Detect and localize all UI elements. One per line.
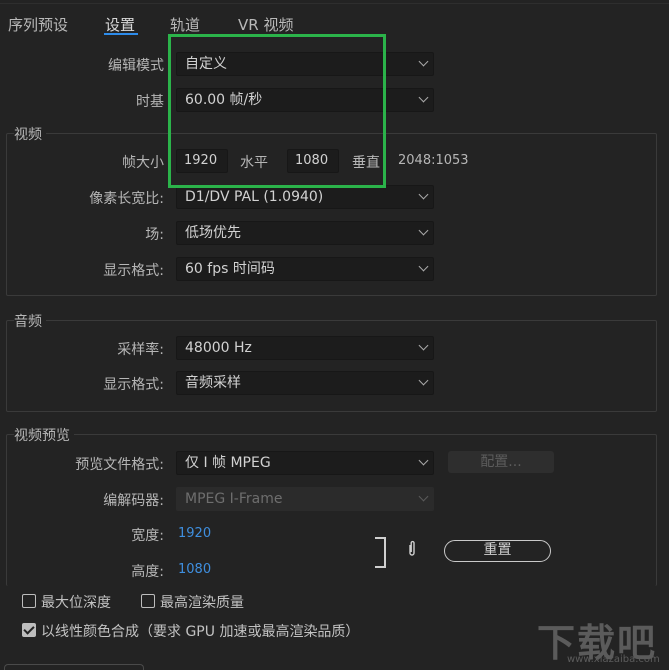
active-tab-indicator — [104, 33, 138, 35]
fields-value: 低场优先 — [185, 225, 241, 241]
chevron-down-icon — [418, 56, 429, 67]
editing-mode-label: 编辑模式 — [108, 58, 164, 74]
max-bit-depth-checkbox[interactable] — [22, 594, 36, 608]
pixel-aspect-label: 像素长宽比: — [89, 191, 164, 207]
sample-rate-label: 采样率: — [117, 342, 164, 358]
audio-display-format-label: 显示格式: — [103, 377, 164, 393]
watermark-url: www.xiazaiba.com — [567, 654, 660, 665]
link-icon[interactable] — [407, 540, 417, 562]
video-preview-section-title: 视频预览 — [14, 425, 74, 445]
sample-rate-dropdown[interactable]: 48000 Hz — [176, 336, 434, 360]
fields-label: 场: — [145, 227, 164, 243]
pixel-aspect-value: D1/DV PAL (1.0940) — [185, 189, 324, 205]
audio-display-format-value: 音频采样 — [185, 375, 241, 391]
chevron-down-icon — [418, 261, 429, 272]
chevron-down-icon — [418, 375, 429, 386]
tab-tracks[interactable]: 轨道 — [170, 14, 200, 35]
linear-color-label: 以线性颜色合成（要求 GPU 加速或最高渲染品质） — [41, 624, 360, 640]
tab-sequence-presets[interactable]: 序列预设 — [8, 14, 68, 35]
fields-dropdown[interactable]: 低场优先 — [176, 221, 434, 245]
max-bit-depth-label: 最大位深度 — [41, 595, 111, 611]
frame-size-label: 帧大小 — [122, 155, 164, 171]
link-bracket — [375, 537, 386, 568]
video-display-format-label: 显示格式: — [103, 263, 164, 279]
preview-width-label: 宽度: — [131, 528, 164, 544]
highlight-box — [168, 34, 386, 188]
preview-height-value[interactable]: 1080 — [178, 562, 211, 577]
codec-dropdown[interactable]: MPEG I-Frame — [176, 487, 434, 511]
pixel-aspect-dropdown[interactable]: D1/DV PAL (1.0940) — [176, 185, 434, 209]
chevron-down-icon — [418, 340, 429, 351]
sample-rate-value: 48000 Hz — [185, 340, 252, 356]
chevron-down-icon — [418, 491, 429, 502]
max-render-quality-label: 最高渲染质量 — [160, 595, 244, 611]
chevron-down-icon — [418, 92, 429, 103]
codec-label: 编解码器: — [103, 493, 164, 509]
preview-width-value[interactable]: 1920 — [178, 526, 211, 541]
tab-vr-video[interactable]: VR 视频 — [238, 14, 293, 35]
codec-value: MPEG I-Frame — [185, 491, 283, 507]
linear-color-checkbox[interactable] — [22, 623, 36, 637]
tab-settings[interactable]: 设置 — [105, 14, 135, 35]
preview-height-label: 高度: — [131, 564, 164, 580]
aspect-ratio-readout: 2048:1053 — [398, 153, 469, 168]
audio-section — [6, 320, 657, 412]
chevron-down-icon — [418, 189, 429, 200]
preview-format-value: 仅 I 帧 MPEG — [185, 455, 271, 471]
chevron-down-icon — [418, 455, 429, 466]
audio-display-format-dropdown[interactable]: 音频采样 — [176, 371, 434, 395]
video-display-format-dropdown[interactable]: 60 fps 时间码 — [176, 257, 434, 281]
video-section-title: 视频 — [14, 124, 46, 144]
reset-button[interactable]: 重置 — [444, 540, 551, 562]
bottom-scroll-stub — [4, 664, 144, 670]
configure-button[interactable]: 配置... — [448, 451, 554, 473]
video-display-format-value: 60 fps 时间码 — [185, 261, 275, 277]
preview-format-label: 预览文件格式: — [75, 457, 164, 473]
max-render-quality-checkbox[interactable] — [141, 594, 155, 608]
preview-format-dropdown[interactable]: 仅 I 帧 MPEG — [176, 451, 434, 475]
timebase-label: 时基 — [136, 94, 164, 110]
watermark-logo: 下载吧 www.xiazaiba.com — [537, 612, 667, 668]
chevron-down-icon — [418, 225, 429, 236]
audio-section-title: 音频 — [14, 311, 46, 331]
